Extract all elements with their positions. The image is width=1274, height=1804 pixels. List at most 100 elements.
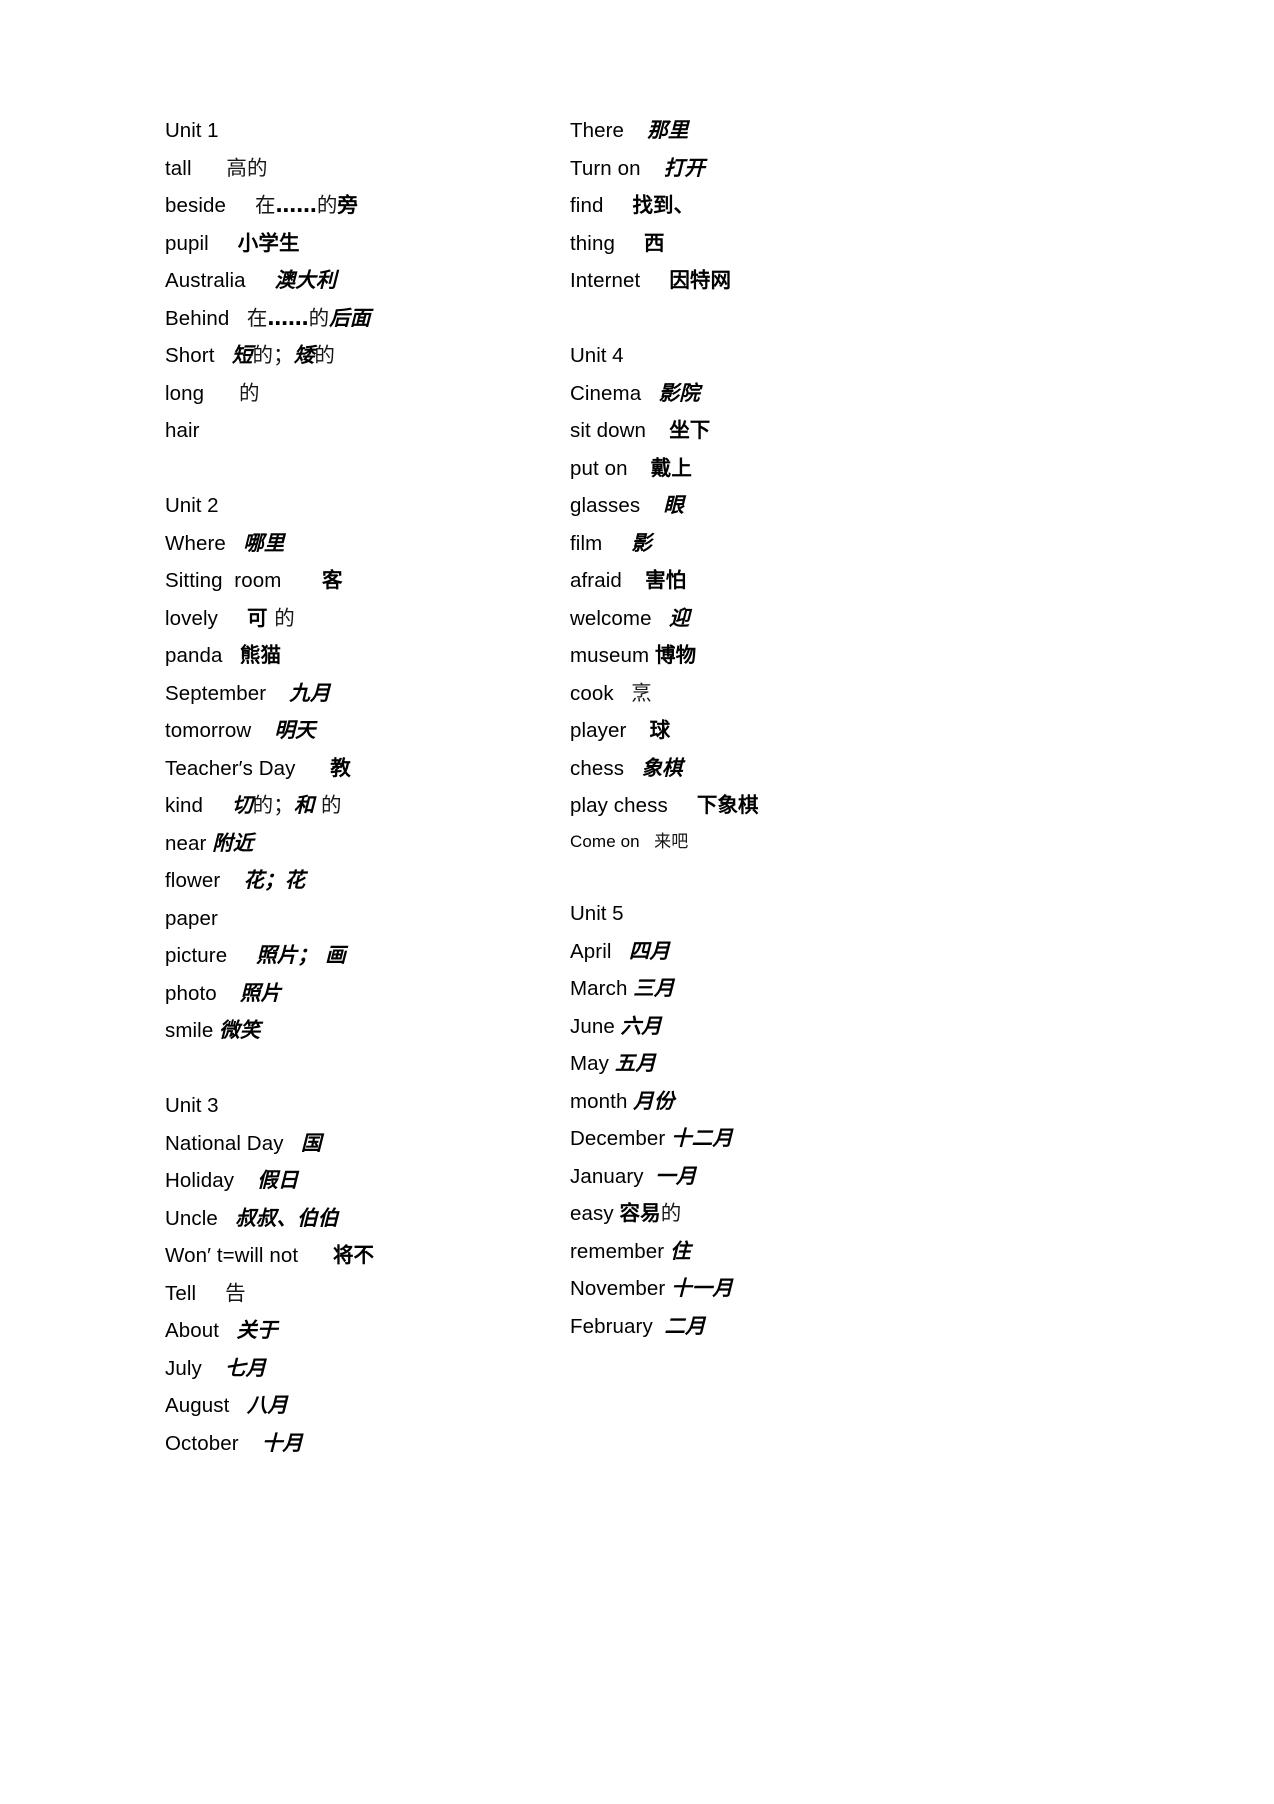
entry-term: put on — [570, 456, 628, 480]
entry-gap — [640, 487, 663, 525]
vocab-entry: chess 象棋 — [570, 750, 975, 788]
entry-gloss: 月份 — [633, 1088, 675, 1113]
entry-term: near — [165, 831, 207, 855]
entry-gloss: 博物 — [655, 643, 697, 667]
entry-term: Short — [165, 344, 215, 367]
entry-term: smile — [165, 1019, 214, 1042]
vocab-entry: Teacher′s Day 教 — [165, 750, 570, 788]
entry-gap — [217, 975, 240, 1013]
vocab-entry: flower 花；花 — [165, 862, 570, 900]
entry-gloss: 关于 — [236, 1318, 278, 1342]
vocab-entry: picture 照片； 画 — [165, 937, 570, 975]
vocab-entry: find 找到、 — [570, 187, 975, 225]
entry-gloss-part: 在 — [246, 305, 268, 330]
entry-gloss: 害怕 — [645, 568, 687, 592]
vocab-entry: June 六月 — [570, 1008, 975, 1046]
vocab-entry: September 九月 — [165, 675, 570, 713]
vocab-entry: play chess 下象棋 — [570, 787, 975, 825]
entry-gap — [628, 450, 651, 488]
entry-gap — [226, 187, 255, 225]
entry-gloss: 眼 — [663, 493, 685, 517]
entry-term: National Day — [165, 1131, 284, 1155]
right-column: There 那里 Turn on 打开 find 找到、 thing 西 Interne… — [570, 112, 975, 1345]
entry-gloss: 影院 — [658, 380, 700, 405]
entry-gloss-part: 的 — [660, 1201, 682, 1225]
vocab-entry: Sitting room 客 — [165, 562, 570, 600]
entry-gap — [229, 1387, 246, 1425]
entry-gloss: 照片 — [240, 980, 282, 1005]
entry-term: Teacher′s Day — [165, 756, 296, 780]
vocab-entry: Uncle 叔叔、伯伯 — [165, 1200, 570, 1238]
entry-gloss-part: 的 — [314, 793, 342, 817]
vocab-entry: May 五月 — [570, 1045, 975, 1083]
entry-term: Tell — [165, 1281, 197, 1305]
entry-term: museum — [570, 644, 650, 667]
entry-term: afraid — [570, 569, 622, 592]
entry-term: Australia — [165, 269, 246, 292]
entry-gloss: 烹 — [631, 680, 652, 705]
entry-gloss-part: 的 — [314, 343, 335, 367]
entry-gloss: 照片； 画 — [256, 943, 346, 967]
block-spacer — [570, 858, 975, 896]
vocab-entry: panda 熊猫 — [165, 637, 570, 675]
entry-term: Uncle — [165, 1206, 218, 1230]
vocab-entry: tall 高的 — [165, 150, 570, 188]
entry-gap — [298, 1237, 333, 1275]
entry-gap — [626, 712, 649, 750]
entry-gap — [266, 675, 289, 713]
entry-term: panda — [165, 644, 223, 667]
unit-heading: Unit 4 — [570, 344, 624, 367]
entry-gap — [622, 562, 645, 600]
entry-term: player — [570, 719, 627, 742]
unit-heading: Unit 2 — [165, 494, 219, 517]
entry-gloss: 将不 — [332, 1243, 375, 1267]
block-spacer — [165, 1050, 570, 1088]
entry-gloss: 六月 — [620, 1013, 662, 1038]
entry-gloss: 告 — [225, 1280, 246, 1305]
vocab-entry: December 十二月 — [570, 1120, 975, 1158]
entry-gloss: 熊猫 — [239, 643, 282, 667]
entry-gap — [641, 375, 658, 413]
entry-term: January — [570, 1164, 644, 1188]
vocab-entry: put on 戴上 — [570, 450, 975, 488]
entry-gap — [653, 1308, 665, 1346]
vocab-entry: March 三月 — [570, 970, 975, 1008]
entry-gloss: 七月 — [225, 1355, 267, 1380]
entry-gloss: 十一月 — [671, 1276, 733, 1300]
entry-gap — [612, 933, 629, 971]
entry-gloss: 微笑 — [219, 1018, 261, 1042]
vocab-entry: paper — [165, 900, 570, 938]
entry-gloss-part: 矮 — [293, 343, 315, 367]
entry-gap — [196, 1275, 225, 1313]
entry-gloss: 找到、 — [632, 193, 695, 217]
entry-gloss: 十二月 — [671, 1126, 733, 1150]
entry-term: March — [570, 977, 628, 1000]
vocab-entry: Cinema 影院 — [570, 375, 975, 413]
entry-gloss: 叔叔、伯伯 — [235, 1205, 339, 1230]
entry-term: November — [570, 1277, 666, 1300]
entry-gloss: 国 — [300, 1130, 322, 1155]
vocab-entry: Short 短的；矮的 — [165, 337, 570, 375]
entry-term: thing — [570, 231, 615, 255]
entry-gap — [640, 262, 669, 300]
entry-gap — [215, 337, 232, 375]
vocab-entry: About 关于 — [165, 1312, 570, 1350]
vocab-entry: beside 在……的旁 — [165, 187, 570, 225]
vocab-entry: Tell 告 — [165, 1275, 570, 1313]
unit-heading: Unit 5 — [570, 902, 624, 925]
entry-gap — [226, 525, 243, 563]
entry-gap — [284, 1125, 301, 1163]
vocab-entry: hair — [165, 412, 570, 450]
vocab-entry: museum 博物 — [570, 637, 975, 675]
entry-gloss-part: …… — [275, 193, 317, 217]
entry-gloss: 因特网 — [669, 268, 732, 292]
entry-gap — [239, 1425, 262, 1463]
entry-term: February — [570, 1314, 653, 1338]
vocab-entry: remember 住 — [570, 1233, 975, 1271]
entry-term: paper — [165, 906, 218, 930]
entry-term: beside — [165, 194, 227, 217]
entry-gloss-part: 在 — [255, 193, 276, 217]
entry-term: easy — [570, 1202, 614, 1225]
vocab-entry: photo 照片 — [165, 975, 570, 1013]
vocab-entry: Holiday 假日 — [165, 1162, 570, 1200]
